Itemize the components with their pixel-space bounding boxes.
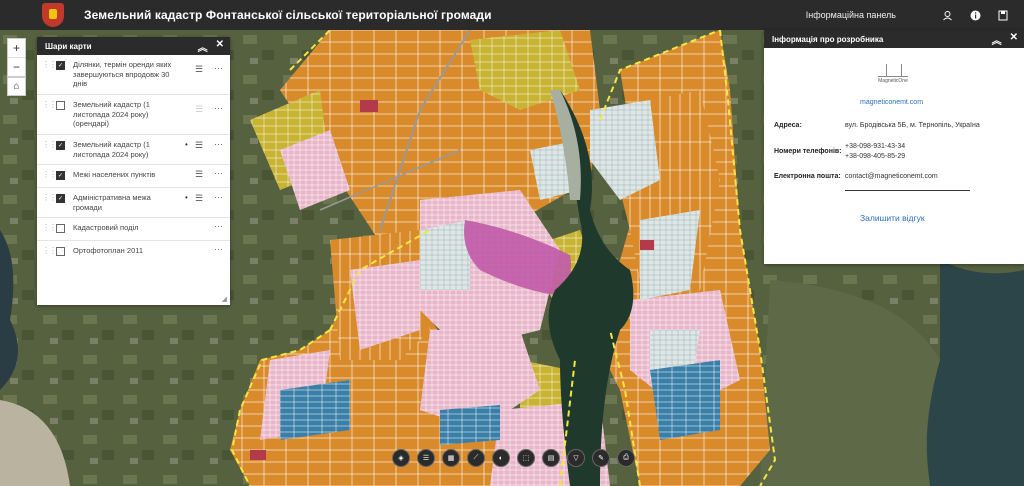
info-divider xyxy=(845,190,970,191)
coat-of-arms-logo xyxy=(42,3,64,27)
zoom-in-button[interactable]: + xyxy=(8,39,25,58)
header-actions: Інформаційна панель xyxy=(806,0,1024,30)
layer-checkbox[interactable]: ✓ xyxy=(56,61,65,70)
query-icon[interactable]: ▤ xyxy=(542,449,560,467)
drag-handle-icon[interactable]: ⋮⋮ xyxy=(42,193,57,202)
layer-label: Ділянки, термін оренди яких завершуються… xyxy=(73,60,172,88)
layer-row[interactable]: ⋮⋮ ✓ Адміністративна межа громади • ☰ ··… xyxy=(37,188,230,218)
phone-1[interactable]: +38-098-931-43-34 xyxy=(845,142,905,152)
layer-row[interactable]: ⋮⋮ ✓ Ділянки, термін оренди яких завершу… xyxy=(37,55,230,95)
layer-row[interactable]: ⋮⋮ ✓ Межі населених пунктів ☰ ··· xyxy=(37,165,230,188)
user-icon[interactable] xyxy=(940,8,954,22)
print-icon[interactable]: ⎙ xyxy=(617,449,635,467)
info-panel-link[interactable]: Інформаційна панель xyxy=(806,10,896,20)
more-options-icon[interactable]: ··· xyxy=(214,221,223,231)
more-options-icon[interactable]: ··· xyxy=(214,168,223,178)
layers-panel: Шари карти ︽ ✕ ⋮⋮ ✓ Ділянки, термін орен… xyxy=(37,37,230,305)
more-options-icon[interactable]: ··· xyxy=(214,244,223,254)
email-label: Електронна пошта: xyxy=(774,173,841,180)
legend-icon[interactable]: ☰ xyxy=(195,140,203,151)
layers-panel-title: Шари карти xyxy=(45,41,92,51)
brand-name: MagneticOne xyxy=(878,78,908,84)
more-options-icon[interactable]: ··· xyxy=(214,139,223,149)
email-value[interactable]: contact@magneticonemt.com xyxy=(845,172,938,182)
layer-row[interactable]: ⋮⋮ ✓ Земельний кадастр (1 листопада 2024… xyxy=(37,135,230,165)
filter-icon[interactable]: ▽ xyxy=(567,449,585,467)
drag-handle-icon[interactable]: ⋮⋮ xyxy=(42,223,57,232)
more-options-icon[interactable]: ··· xyxy=(214,192,223,202)
layer-label: Земельний кадастр (1 листопада 2024 року… xyxy=(73,100,150,128)
swipe-icon[interactable]: ◐ xyxy=(492,449,510,467)
layer-checkbox[interactable]: ✓ xyxy=(56,171,65,180)
info-panel-title: Інформація про розробника xyxy=(772,34,884,44)
layer-checkbox[interactable] xyxy=(56,101,65,110)
layer-checkbox[interactable]: ✓ xyxy=(56,194,65,203)
website-link[interactable]: magneticonemt.com xyxy=(860,99,923,106)
bookmark-icon[interactable] xyxy=(996,8,1010,22)
resize-handle-icon[interactable]: ◢ xyxy=(222,295,227,303)
drag-handle-icon[interactable]: ⋮⋮ xyxy=(42,60,57,69)
developer-logo: MagneticOne xyxy=(873,62,913,88)
layer-label: Ортофотоплан 2011 xyxy=(73,246,144,255)
address-value: вул. Бродівська 5Б, м. Тернопіль, Україн… xyxy=(845,122,980,129)
layer-checkbox[interactable]: ✓ xyxy=(56,141,65,150)
visibility-dot-icon: • xyxy=(185,140,188,149)
phones-label: Номери телефонів: xyxy=(774,148,842,155)
drag-handle-icon[interactable]: ⋮⋮ xyxy=(42,170,57,179)
layer-row[interactable]: ⋮⋮ Кадастровий поділ ··· xyxy=(37,218,230,241)
layer-checkbox[interactable] xyxy=(56,247,65,256)
info-panel-header: Інформація про розробника ︽ ✕ xyxy=(764,30,1024,48)
collapse-icon[interactable]: ︽ xyxy=(992,32,1002,47)
legend-icon[interactable]: ☰ xyxy=(195,169,203,180)
edit-icon[interactable]: ✎ xyxy=(592,449,610,467)
layer-label: Адміністративна межа громади xyxy=(73,193,151,212)
address-label: Адреса: xyxy=(774,122,802,129)
app-title: Земельний кадастр Фонтанської сільської … xyxy=(84,8,492,22)
layer-label: Кадастровий поділ xyxy=(73,223,139,232)
more-options-icon[interactable]: ··· xyxy=(214,63,223,73)
app-header: Земельний кадастр Фонтанської сільської … xyxy=(0,0,1024,30)
legend-icon[interactable]: ☰ xyxy=(195,64,203,75)
basemap-gallery-icon[interactable]: ▦ xyxy=(442,449,460,467)
layer-row[interactable]: ⋮⋮ Ортофотоплан 2011 ··· xyxy=(37,241,230,263)
legend-icon[interactable]: ☰ xyxy=(195,104,203,115)
widget-toolbar: ◈ ☰ ▦ ⟋ ◐ ⬚ ▤ ▽ ✎ ⎙ xyxy=(392,449,635,467)
close-icon[interactable]: ✕ xyxy=(1010,32,1018,47)
home-button[interactable]: ⌂ xyxy=(7,77,26,96)
building-logo-icon xyxy=(878,62,908,77)
layer-label: Земельний кадастр (1 листопада 2024 року… xyxy=(73,140,150,159)
measure-icon[interactable]: ⟋ xyxy=(467,449,485,467)
layers-panel-header: Шари карти ︽ ✕ xyxy=(37,37,230,55)
phone-2[interactable]: +38-098-405-85-29 xyxy=(845,152,905,162)
info-icon[interactable] xyxy=(968,8,982,22)
zoom-controls: + − xyxy=(7,38,26,77)
drag-handle-icon[interactable]: ⋮⋮ xyxy=(42,140,57,149)
layer-checkbox[interactable] xyxy=(56,224,65,233)
layers-icon[interactable]: ◈ xyxy=(392,449,410,467)
legend-list-icon[interactable]: ☰ xyxy=(417,449,435,467)
drag-handle-icon[interactable]: ⋮⋮ xyxy=(42,246,57,255)
more-options-icon[interactable]: ··· xyxy=(214,103,223,113)
select-icon[interactable]: ⬚ xyxy=(517,449,535,467)
close-icon[interactable]: ✕ xyxy=(216,39,224,54)
layer-label: Межі населених пунктів xyxy=(73,170,156,179)
visibility-dot-icon: • xyxy=(185,193,188,202)
feedback-link[interactable]: Залишити відгук xyxy=(860,213,925,223)
drag-handle-icon[interactable]: ⋮⋮ xyxy=(42,100,57,109)
legend-icon[interactable]: ☰ xyxy=(195,193,203,204)
layer-row[interactable]: ⋮⋮ Земельний кадастр (1 листопада 2024 р… xyxy=(37,95,230,135)
zoom-out-button[interactable]: − xyxy=(8,58,25,76)
collapse-icon[interactable]: ︽ xyxy=(198,39,208,54)
